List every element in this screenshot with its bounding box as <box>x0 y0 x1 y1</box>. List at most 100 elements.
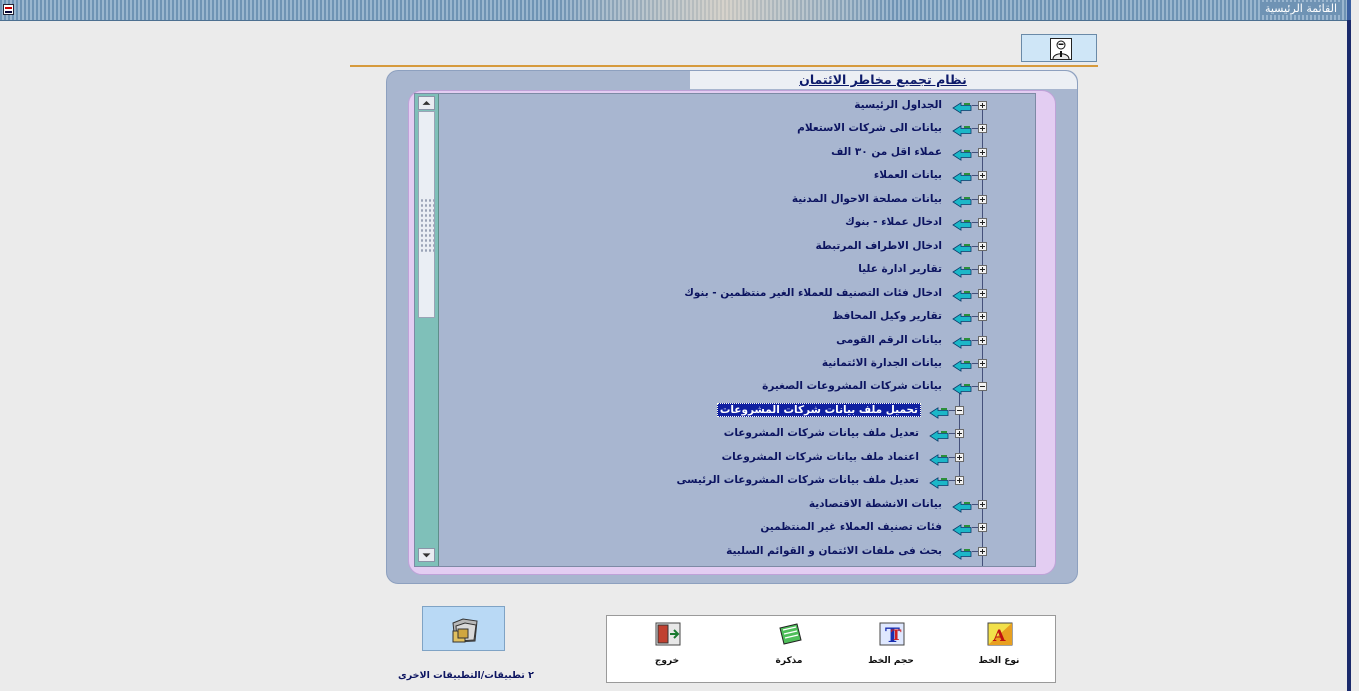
tree-node-label: بيانات العملاء <box>873 169 942 182</box>
pointing-hand-icon <box>952 146 972 161</box>
scroll-thumb-grip <box>420 198 434 253</box>
collapse-icon[interactable] <box>955 405 964 415</box>
pointing-hand-icon <box>952 380 972 396</box>
collapse-icon[interactable] <box>978 382 987 392</box>
font-size-button[interactable]: T T حجم الخط <box>861 616 921 676</box>
expand-icon[interactable] <box>978 335 987 345</box>
pointing-hand-icon <box>952 287 972 302</box>
tree-node[interactable]: تقارير وكيل المحافظ <box>830 307 944 325</box>
expand-icon[interactable] <box>978 499 987 509</box>
expand-icon[interactable] <box>978 523 987 533</box>
font-type-icon: A <box>987 622 1013 646</box>
pointing-hand-icon <box>929 451 949 466</box>
tree-node-label: الجداول الرئيسية <box>854 99 942 111</box>
other-apps-button[interactable] <box>422 606 505 651</box>
expand-icon[interactable] <box>978 147 987 157</box>
expand-icon[interactable] <box>978 124 987 134</box>
tree-node-label: تعديل ملف بيانات شركات المشروعات الرئيسى <box>676 474 919 487</box>
tree-node-label: بيانات شركات المشروعات الصغيرة <box>762 380 942 393</box>
tree-node[interactable]: بيانات الانشطة الاقتصادية <box>807 495 944 513</box>
expand-icon[interactable] <box>978 194 987 204</box>
tree-node-label: تحميل ملف بيانات شركات المشروعات <box>716 402 921 417</box>
system-menu-icon[interactable] <box>3 4 14 15</box>
tree-node-label: تقارير وكيل المحافظ <box>832 310 942 323</box>
expand-icon[interactable] <box>978 265 987 275</box>
tree-node[interactable]: بيانات شركات المشروعات الصغيرة <box>760 377 944 395</box>
pointing-hand-icon <box>929 474 949 490</box>
folders-icon <box>452 618 478 643</box>
exit-door-icon <box>655 622 681 646</box>
tree-node[interactable]: تقارير ادارة عليا <box>856 260 944 278</box>
pointing-hand-icon <box>929 404 949 419</box>
scroll-thumb[interactable] <box>418 111 435 318</box>
tree-node-label: فئات تصنيف العملاء غير المنتظمين <box>760 521 942 534</box>
tree-node[interactable]: ادخال عملاء - بنوك <box>843 213 944 231</box>
expand-icon[interactable] <box>978 312 987 322</box>
notepad-button[interactable]: مذكرة <box>759 616 819 676</box>
exit-button[interactable]: خروج <box>637 616 697 676</box>
notepad-label: مذكرة <box>775 656 803 666</box>
arrow-up-icon <box>422 100 431 105</box>
tree-node[interactable]: بيانات مصلحة الاحوال المدنية <box>790 190 944 208</box>
window-title: القائمة الرئيسية <box>1260 2 1341 15</box>
tree-node[interactable]: الجداول الرئيسية <box>852 96 944 114</box>
expand-icon[interactable] <box>978 218 987 228</box>
tree-node[interactable]: اعتماد ملف بيانات شركات المشروعات <box>720 448 921 466</box>
pointing-hand-icon <box>929 427 949 443</box>
expand-icon[interactable] <box>978 288 987 298</box>
tree-node-label: بيانات الجدارة الائتمانية <box>821 356 942 369</box>
tree-node[interactable]: ادخال الاطراف المرتبطة <box>814 237 945 255</box>
title-bar: القائمة الرئيسية <box>0 0 1347 21</box>
pointing-hand-icon <box>952 193 972 208</box>
expand-icon[interactable] <box>978 546 987 556</box>
font-type-label: نوع الخط <box>978 656 1020 666</box>
pointing-hand-icon <box>952 521 972 537</box>
tree-node-label: تعديل ملف بيانات شركات المشروعات <box>723 427 919 440</box>
help-button[interactable] <box>1021 34 1097 62</box>
pointing-hand-icon <box>952 357 972 372</box>
expand-icon[interactable] <box>978 241 987 251</box>
tree-node[interactable]: تعديل ملف بيانات شركات المشروعات الرئيسى <box>675 471 921 489</box>
tree-node[interactable]: فئات تصنيف العملاء غير المنتظمين <box>758 518 944 536</box>
bottom-toolbar: خروج مذكرة T T حجم الخط A نوع الخط <box>606 615 1056 683</box>
tree-node[interactable]: بيانات الرقم القومى <box>834 331 944 349</box>
expand-icon[interactable] <box>978 101 987 110</box>
tree-node-selected[interactable]: تحميل ملف بيانات شركات المشروعات <box>716 401 921 419</box>
scroll-down-button[interactable] <box>418 548 435 562</box>
tree-node[interactable]: عملاء اقل من ٣٠ الف <box>829 143 944 161</box>
menu-tree: الجداول الرئيسية بيانات الى شركات الاستعل… <box>414 93 1036 567</box>
tree-node-label: بيانات الى شركات الاستعلام <box>797 122 942 135</box>
expand-icon[interactable] <box>955 452 964 462</box>
tree-node-label: تقارير ادارة عليا <box>858 263 942 276</box>
tree-node-label: ادخال الاطراف المرتبطة <box>815 239 943 252</box>
font-size-icon: T T <box>879 622 905 646</box>
title-bar-highlight <box>555 0 895 20</box>
tree-node[interactable]: تعديل ملف بيانات شركات المشروعات <box>722 424 921 442</box>
tree-node-label: اعتماد ملف بيانات شركات المشروعات <box>721 450 919 463</box>
header-divider <box>350 65 1098 67</box>
tree-node-label: ادخال فئات التصنيف للعملاء الغير منتظمين… <box>684 286 942 299</box>
tree-node[interactable]: بيانات الجدارة الائتمانية <box>820 354 944 372</box>
svg-text:T: T <box>891 628 902 644</box>
pointing-hand-icon <box>952 545 972 560</box>
pointing-hand-icon <box>952 122 972 138</box>
tree-node-label: ادخال عملاء - بنوك <box>845 216 942 229</box>
help-person-icon <box>1050 38 1072 60</box>
pointing-hand-icon <box>952 169 972 185</box>
tree-node[interactable]: ادخال فئات التصنيف للعملاء الغير منتظمين… <box>682 284 944 302</box>
vertical-scrollbar[interactable] <box>415 94 439 566</box>
expand-icon[interactable] <box>978 171 987 181</box>
expand-icon[interactable] <box>978 358 987 368</box>
expand-icon[interactable] <box>955 476 964 486</box>
pointing-hand-icon <box>952 310 972 325</box>
tree-node[interactable]: بحث فى ملفات الائتمان و القوائم السلبية <box>724 542 944 560</box>
tree-node-label: بحث فى ملفات الائتمان و القوائم السلبية <box>726 544 942 557</box>
pointing-hand-icon <box>952 334 972 349</box>
expand-icon[interactable] <box>955 429 964 439</box>
font-type-button[interactable]: A نوع الخط <box>969 616 1029 676</box>
tree-node[interactable]: بيانات العملاء <box>872 166 944 184</box>
tree-node[interactable]: بيانات الى شركات الاستعلام <box>795 119 944 137</box>
scroll-up-button[interactable] <box>418 96 435 110</box>
other-apps-label: ٢ تطبيقات/التطبيقات الاخرى <box>398 670 534 681</box>
panel-title: نظام تجميع مخاطر الائتمان <box>799 72 967 87</box>
